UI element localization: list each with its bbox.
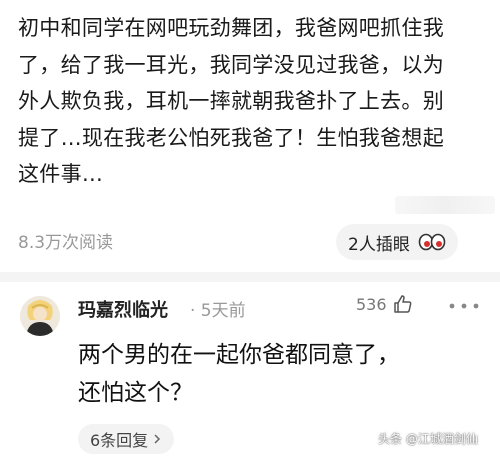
like-count: 536: [356, 294, 387, 314]
comment-timestamp: · 5天前: [190, 301, 246, 321]
reaction-button[interactable]: 2人插眼: [336, 224, 458, 260]
post-line: 这件事…: [18, 162, 104, 186]
post-line: 了，给了我一耳光，我同学没见过我爸，以为: [18, 52, 444, 77]
avatar[interactable]: [20, 296, 60, 336]
view-replies-button[interactable]: 6条回复: [78, 424, 175, 454]
comment-line: 两个男的在一起你爸都同意了，: [78, 342, 400, 368]
chevron-right-icon: [154, 434, 161, 444]
like-button[interactable]: 536: [356, 294, 413, 314]
reaction-label: 2人插眼: [348, 234, 410, 255]
post-line: 外人欺负我，耳机一摔就朝我爸扑了上去。别: [18, 89, 444, 113]
post-text: 初中和同学在网吧玩劲舞团，我爸网吧抓住我 了，给了我一耳光，我同学没见过我爸，以…: [18, 10, 488, 193]
comment-line: 还怕这个？: [78, 380, 193, 406]
post-line: 初中和同学在网吧玩劲舞团，我爸网吧抓住我: [18, 16, 444, 40]
section-divider: [0, 272, 500, 282]
blurred-overlay: [395, 196, 495, 214]
more-dots-icon[interactable]: [444, 300, 484, 312]
post-line: 提了…现在我老公怕死我爸了！生怕我爸想起: [18, 125, 444, 150]
replies-label: 6条回复: [90, 431, 149, 450]
avatar-image: [20, 296, 60, 336]
watermark: 头条 @江城酒剑仙: [378, 432, 478, 446]
comment-username[interactable]: 玛嘉烈临光: [78, 296, 168, 322]
view-count: 8.3万次阅读: [18, 233, 114, 253]
eyes-icon: [418, 233, 446, 251]
thumbs-up-icon: [393, 295, 411, 313]
comment-text: 两个男的在一起你爸都同意了， 还怕这个？: [78, 336, 478, 412]
